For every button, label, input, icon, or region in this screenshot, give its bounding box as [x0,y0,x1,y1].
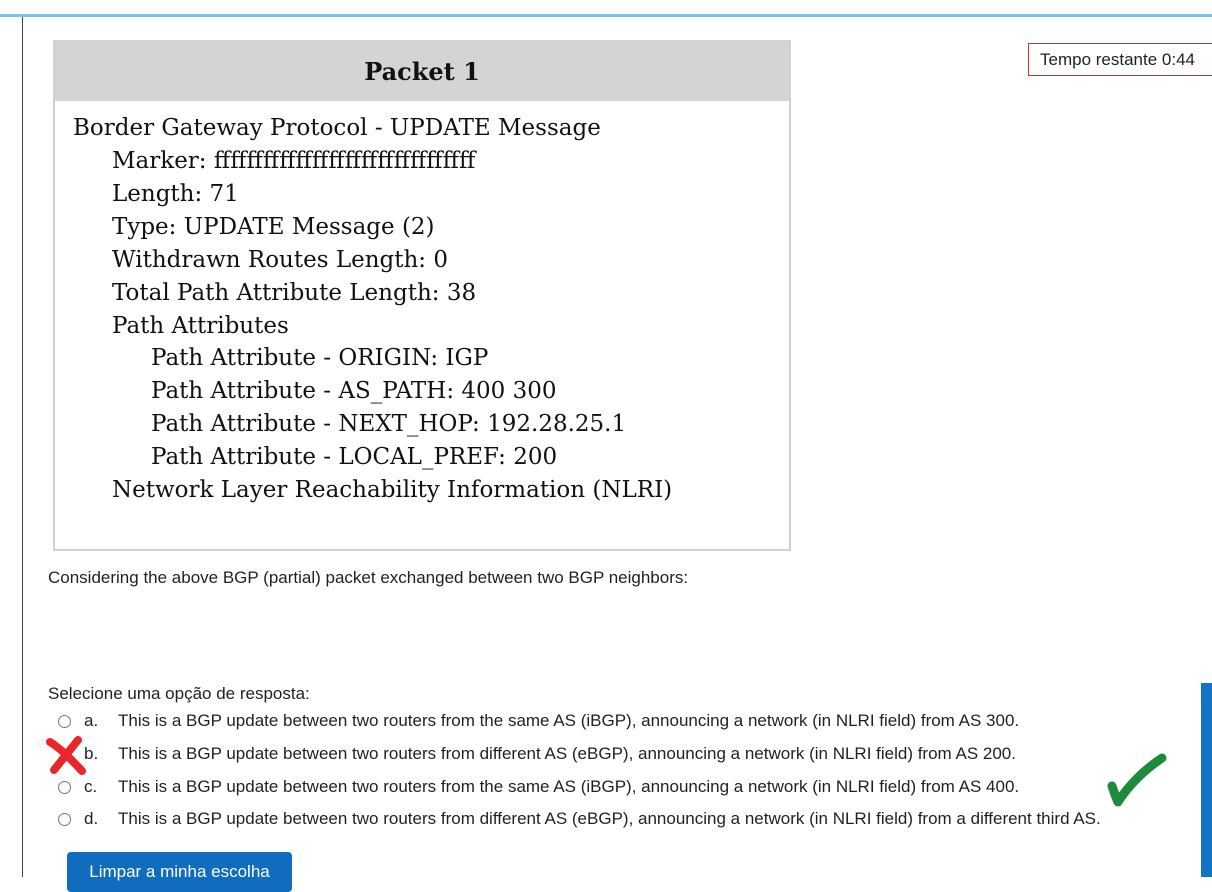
packet-line: Marker: ffffffffffffffffffffffffffffffff [112,148,476,174]
packet-line: Path Attribute - AS_PATH: 400 300 [151,378,557,404]
packet-figure: Packet 1 Border Gateway Protocol - UPDAT… [53,40,791,551]
option-letter: a. [84,711,99,730]
packet-line: Border Gateway Protocol - UPDATE Message [73,115,601,141]
green-check-mark-icon [1107,753,1167,807]
option-text: This is a BGP update between two routers… [118,744,1016,763]
red-cross-mark-icon [46,736,86,775]
packet-line: Type: UPDATE Message (2) [112,214,435,240]
radio-button-a[interactable] [58,715,71,728]
radio-button-d[interactable] [58,813,71,826]
packet-line: Path Attribute - ORIGIN: IGP [151,345,489,371]
option-text: This is a BGP update between two routers… [118,711,1020,730]
left-border-line [22,17,23,877]
packet-line: Path Attributes [112,313,289,339]
top-accent-bar [0,14,1212,17]
time-remaining-badge: Tempo restante 0:44 [1028,43,1212,76]
packet-line: Withdrawn Routes Length: 0 [112,247,449,273]
packet-line: Path Attribute - NEXT_HOP: 192.28.25.1 [151,411,627,437]
option-text: This is a BGP update between two routers… [118,809,1101,828]
option-letter: d. [84,809,99,828]
option-letter: c. [84,777,98,796]
packet-line: Length: 71 [112,181,239,207]
clear-choice-button[interactable]: Limpar a minha escolha [67,852,292,892]
packet-line: Network Layer Reachability Information (… [112,477,673,503]
radio-button-c[interactable] [58,781,71,794]
packet-line: Total Path Attribute Length: 38 [112,280,477,306]
side-drawer-tab[interactable] [1201,683,1212,877]
packet-title: Packet 1 [55,42,789,101]
question-text: Considering the above BGP (partial) pack… [48,568,689,587]
option-text: This is a BGP update between two routers… [118,777,1020,796]
answer-prompt: Selecione uma opção de resposta: [48,684,310,703]
packet-line: Path Attribute - LOCAL_PREF: 200 [151,444,558,470]
